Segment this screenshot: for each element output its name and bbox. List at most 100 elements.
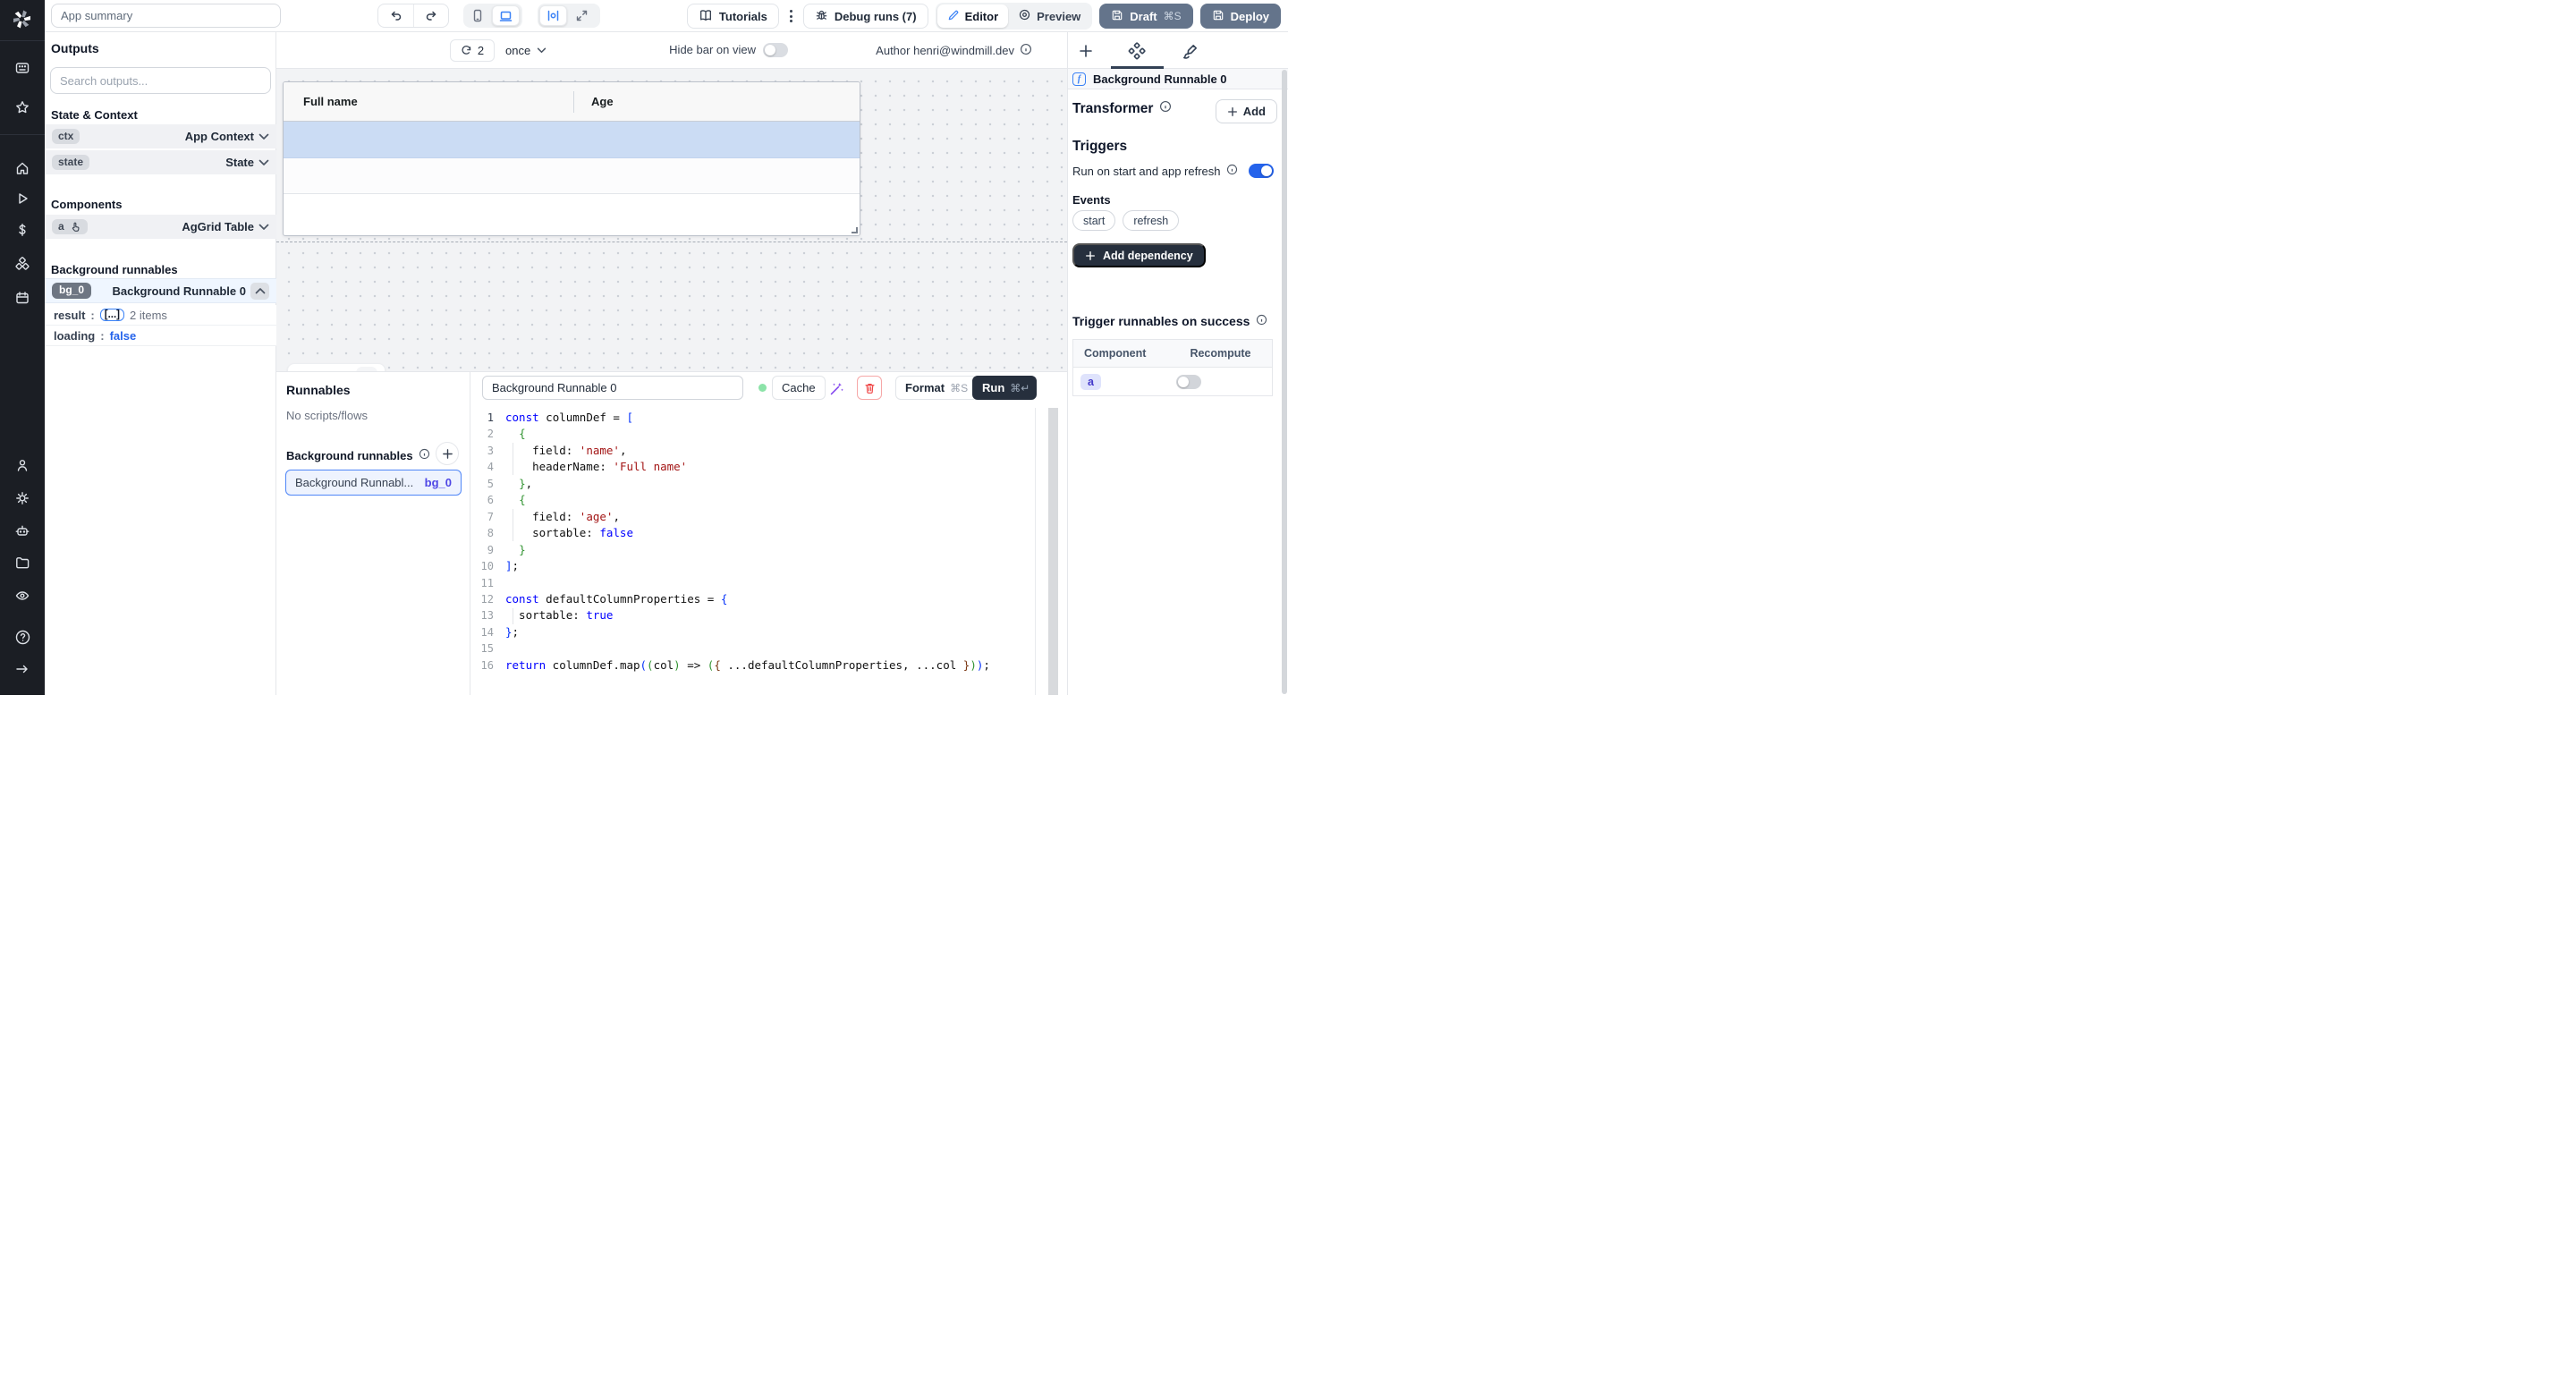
collapse-button[interactable]: [250, 283, 269, 300]
event-chip-refresh[interactable]: refresh: [1123, 210, 1179, 231]
panel-scrollbar[interactable]: [1282, 70, 1287, 694]
code-line[interactable]: 5 },: [470, 476, 1035, 492]
ctx-row[interactable]: ctx App Context: [45, 124, 276, 148]
workers-robot-icon[interactable]: [0, 519, 45, 542]
code-line[interactable]: 11: [470, 575, 1035, 591]
runnable-name-input[interactable]: [482, 376, 743, 400]
deploy-button[interactable]: Deploy: [1200, 4, 1281, 29]
code-line[interactable]: 3 field: 'name',: [470, 443, 1035, 459]
app-summary-input[interactable]: [51, 4, 281, 28]
favorites-star-icon[interactable]: [0, 96, 45, 119]
code-line[interactable]: 12const defaultColumnProperties = {: [470, 591, 1035, 607]
help-icon[interactable]: [0, 625, 45, 648]
resize-handle[interactable]: [852, 227, 858, 233]
column-divider[interactable]: [573, 91, 574, 113]
add-dependency-button[interactable]: Add dependency: [1072, 243, 1206, 267]
settings-gear-icon[interactable]: [0, 487, 45, 510]
runs-play-icon[interactable]: [0, 187, 45, 210]
code-editor[interactable]: 1const columnDef = [2 {3 field: 'name',4…: [470, 408, 1036, 695]
table-row-selected[interactable]: [284, 122, 860, 158]
apps-icon[interactable]: [0, 56, 45, 80]
more-options-kebab-icon[interactable]: [786, 10, 796, 22]
chevron-down-icon[interactable]: [258, 159, 269, 166]
app-canvas: Full name Age − 100% + 2 once: [276, 32, 1067, 371]
editor-scrollbar[interactable]: [1048, 408, 1058, 695]
code-line[interactable]: 2 {: [470, 426, 1035, 442]
center-align-button[interactable]: [539, 5, 567, 26]
format-button[interactable]: Format ⌘S: [895, 376, 978, 400]
delete-runnable-button[interactable]: [857, 376, 882, 400]
desktop-view-button[interactable]: [492, 5, 520, 26]
loading-value: false: [110, 329, 137, 343]
bg0-row[interactable]: bg_0 Background Runnable 0: [45, 278, 276, 303]
code-line[interactable]: 6 {: [470, 492, 1035, 508]
resources-cubes-icon[interactable]: [0, 252, 45, 275]
tutorials-button[interactable]: Tutorials: [687, 4, 779, 29]
expand-sidebar-arrow-icon[interactable]: [0, 657, 45, 681]
device-toggle-group: [463, 4, 522, 28]
state-row[interactable]: state State: [45, 150, 276, 174]
cache-button[interactable]: Cache: [772, 376, 826, 400]
info-icon[interactable]: [1020, 43, 1032, 58]
ai-wand-icon[interactable]: [828, 380, 844, 401]
preview-tab[interactable]: Preview: [1008, 4, 1090, 28]
code-line[interactable]: 16return columnDef.map((col) => ({ ...de…: [470, 657, 1035, 674]
event-chip-start[interactable]: start: [1072, 210, 1115, 231]
transformer-heading: Transformer: [1072, 100, 1172, 117]
state-type-label: State: [225, 156, 254, 169]
windmill-logo-icon[interactable]: [12, 9, 32, 34]
code-line[interactable]: 10];: [470, 558, 1035, 574]
code-line[interactable]: 7 field: 'age',: [470, 509, 1035, 525]
add-background-runnable-button[interactable]: [436, 442, 459, 465]
user-icon[interactable]: [0, 453, 45, 477]
folders-icon[interactable]: [0, 551, 45, 574]
insert-component-tab[interactable]: [1075, 40, 1097, 62]
hide-bar-toggle[interactable]: [763, 43, 788, 57]
code-line[interactable]: 13 sortable: true: [470, 607, 1035, 623]
add-transformer-button[interactable]: Add: [1216, 99, 1277, 123]
chevron-down-icon[interactable]: [258, 133, 269, 140]
components-settings-tab[interactable]: [1126, 40, 1148, 62]
run-on-start-toggle[interactable]: [1249, 164, 1274, 178]
redo-button[interactable]: [413, 4, 448, 27]
aggrid-table-component[interactable]: Full name Age: [283, 81, 860, 236]
info-icon[interactable]: [1256, 314, 1267, 328]
home-icon[interactable]: [0, 157, 45, 180]
component-a-type-label: AgGrid Table: [182, 220, 254, 233]
schedules-calendar-icon[interactable]: [0, 286, 45, 309]
run-button[interactable]: Run ⌘↵: [972, 376, 1037, 400]
code-line[interactable]: 15: [470, 640, 1035, 657]
variables-dollar-icon[interactable]: [0, 218, 45, 242]
mobile-view-button[interactable]: [465, 5, 490, 26]
info-icon[interactable]: [419, 448, 430, 462]
chevron-down-icon[interactable]: [258, 224, 269, 231]
code-line[interactable]: 1const columnDef = [: [470, 410, 1035, 426]
undo-button[interactable]: [378, 4, 413, 27]
code-line[interactable]: 4 headerName: 'Full name': [470, 459, 1035, 475]
column-header-full-name[interactable]: Full name: [303, 95, 358, 108]
code-line[interactable]: 8 sortable: false: [470, 525, 1035, 541]
editor-tab-label: Editor: [965, 10, 999, 23]
debug-runs-button[interactable]: Debug runs (7): [803, 4, 928, 29]
audit-eye-icon[interactable]: [0, 584, 45, 607]
theme-brush-tab[interactable]: [1179, 40, 1200, 62]
result-expand-button[interactable]: [...]: [100, 309, 124, 321]
canvas-grid[interactable]: Full name Age − 100% +: [276, 69, 1067, 371]
code-line[interactable]: 14};: [470, 624, 1035, 640]
search-outputs-input[interactable]: [50, 67, 271, 94]
editor-tab[interactable]: Editor: [937, 4, 1009, 28]
component-a-badge[interactable]: a: [1080, 374, 1101, 390]
background-runnable-item[interactable]: Background Runnabl... bg_0: [285, 470, 462, 496]
info-icon[interactable]: [1226, 164, 1238, 178]
column-header-age[interactable]: Age: [591, 95, 614, 108]
component-a-row[interactable]: a AgGrid Table: [45, 215, 276, 239]
fullscreen-button[interactable]: [569, 5, 595, 26]
run-on-start-label: Run on start and app refresh: [1072, 165, 1221, 178]
refresh-count-button[interactable]: 2: [450, 39, 495, 62]
info-icon[interactable]: [1159, 100, 1172, 117]
refresh-mode-dropdown[interactable]: once: [505, 39, 547, 62]
table-row[interactable]: [284, 158, 860, 194]
draft-button[interactable]: Draft ⌘S: [1099, 4, 1192, 29]
recompute-toggle[interactable]: [1176, 375, 1201, 389]
code-line[interactable]: 9 }: [470, 542, 1035, 558]
